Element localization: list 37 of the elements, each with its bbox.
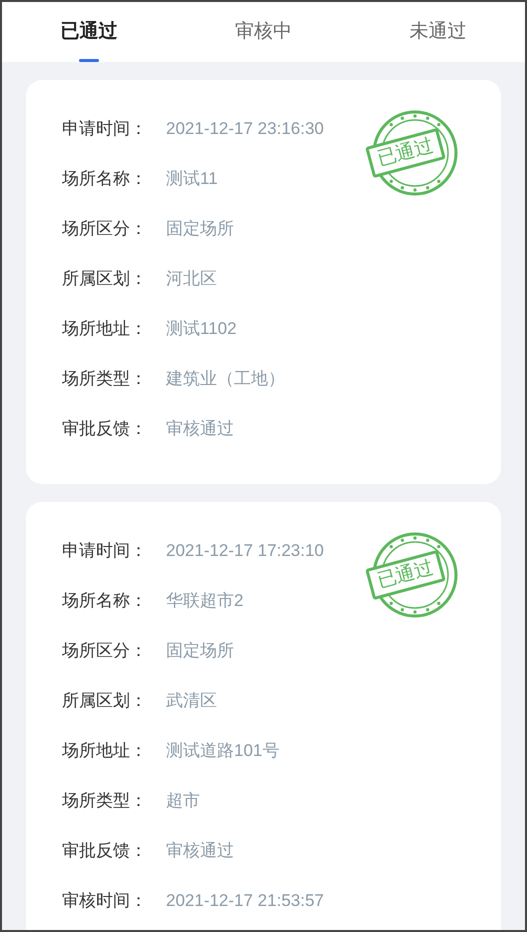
field-value: 2021-12-17 17:23:10 (166, 540, 324, 562)
field-label: 申请时间： (62, 540, 148, 562)
field-label: 场所地址： (62, 318, 148, 340)
stamp-ring-icon (372, 110, 458, 196)
field-value: 固定场所 (166, 640, 234, 662)
tab[interactable]: 未通过 (350, 2, 525, 62)
field-label: 场所区分： (62, 640, 148, 662)
field-value: 测试1102 (166, 318, 237, 340)
field-label: 审批反馈： (62, 418, 148, 440)
field-label: 审核时间： (62, 890, 148, 912)
field-label: 所属区划： (62, 268, 148, 290)
stamp-ring-icon (372, 532, 458, 618)
field-label: 场所类型： (62, 790, 148, 812)
field-label: 场所区分： (62, 218, 148, 240)
field-value: 测试道路101号 (166, 740, 280, 762)
field-value: 建筑业（工地） (166, 368, 285, 390)
field-label: 审批反馈： (62, 840, 148, 862)
field-value: 河北区 (166, 268, 217, 290)
field-value: 审核通过 (166, 840, 234, 862)
field-value: 2021-12-17 21:53:57 (166, 890, 324, 912)
field-value: 审核通过 (166, 418, 234, 440)
field-label: 场所名称： (62, 168, 148, 190)
field-value: 固定场所 (166, 218, 234, 240)
field-value: 武清区 (166, 690, 217, 712)
field-label: 场所地址： (62, 740, 148, 762)
field-label: 场所名称： (62, 590, 148, 612)
field-label: 场所类型： (62, 368, 148, 390)
stamp-label: 已通过 (365, 128, 446, 178)
tab[interactable]: 已通过 (2, 2, 176, 62)
field-value: 测试11 (166, 168, 218, 190)
field-value: 超市 (166, 790, 200, 812)
stamp-label: 已通过 (365, 550, 446, 600)
tab[interactable]: 审核中 (176, 2, 351, 62)
field-label: 所属区划： (62, 690, 148, 712)
field-value: 华联超市2 (166, 590, 244, 612)
field-value: 2021-12-17 23:16:30 (166, 118, 324, 140)
field-label: 申请时间： (62, 118, 148, 140)
